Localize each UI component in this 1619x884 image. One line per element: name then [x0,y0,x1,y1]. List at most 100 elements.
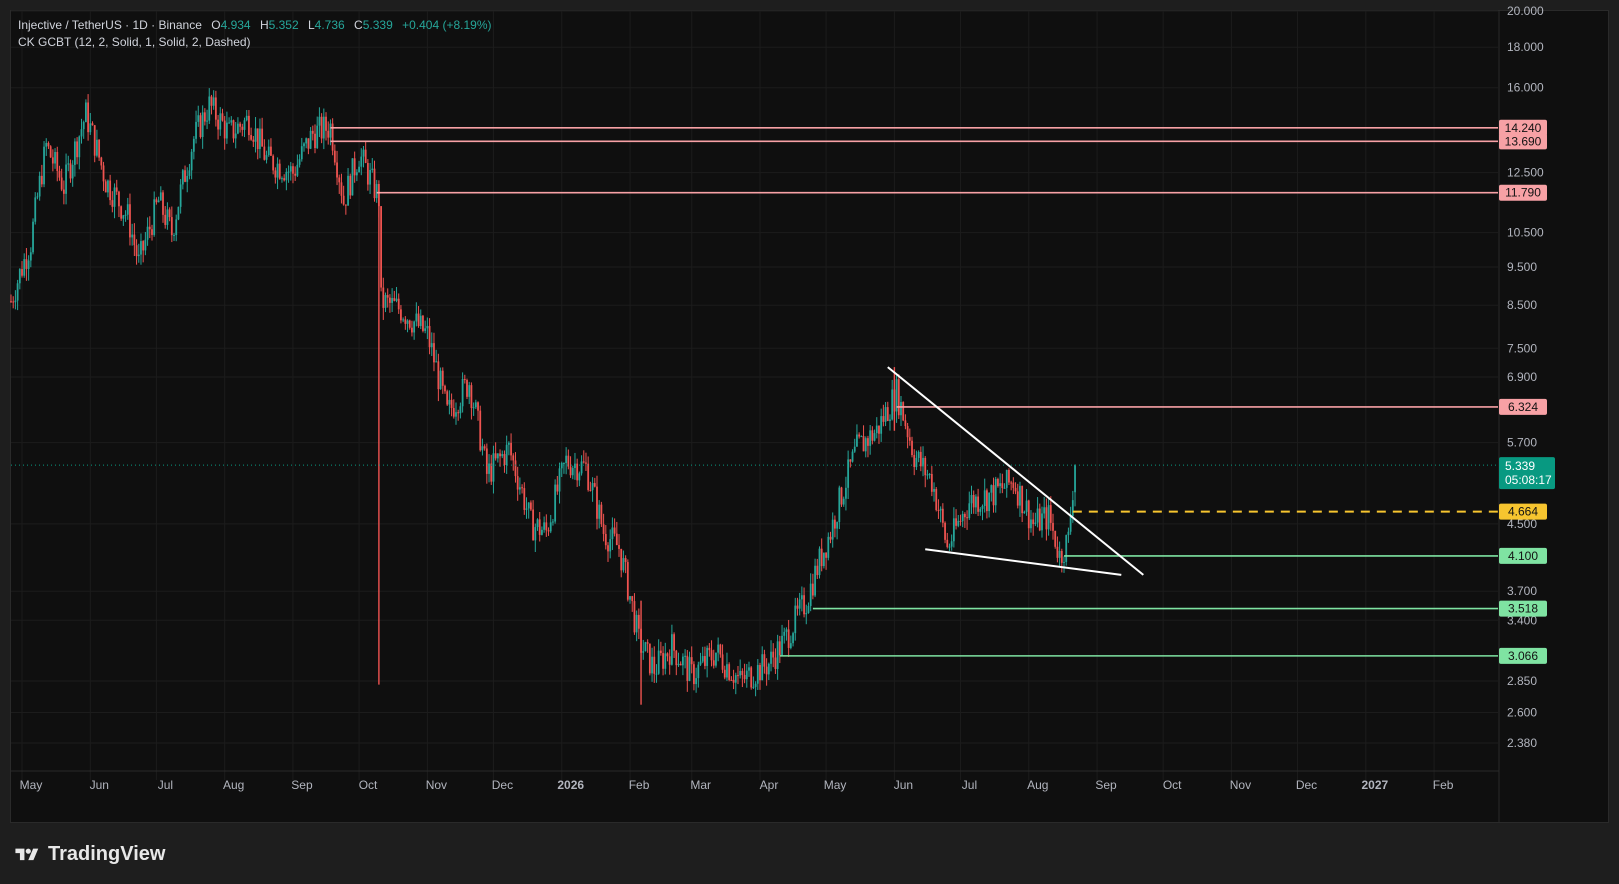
candle-body [115,187,118,192]
candle-body [609,539,612,552]
candle-body [670,634,673,665]
candle-body [809,583,812,607]
candle-body [344,204,347,206]
candle-body [199,115,202,138]
candle-body [243,120,246,130]
candle-body [787,629,790,648]
x-tick-label: Dec [492,778,513,792]
candle-body [849,459,852,462]
candle-body [622,558,625,571]
candle-body [104,181,107,193]
candle-body [1019,485,1021,506]
candle-body [1043,507,1046,514]
candle-body [175,219,178,236]
close-value: 5.339 [362,18,393,32]
candle-body [1067,531,1070,536]
indicator-legend[interactable]: CK GCBT (12, 2, Solid, 1, Solid, 2, Dash… [18,34,492,51]
candle-body [990,485,993,493]
x-tick-label: Apr [760,778,779,792]
candle-body [706,647,709,666]
candle-body [523,488,526,510]
candle-body [688,657,691,681]
candle-body [827,536,830,558]
candle-body [545,522,548,531]
candle-body [397,298,400,310]
candle-body [856,434,858,447]
candle-body [582,461,585,463]
y-tick-label: 6.900 [1507,370,1537,384]
candle-body [505,444,508,465]
candle-body [633,601,636,633]
candle-body [424,328,427,331]
candle-body [263,146,266,160]
candle-body [65,164,67,194]
candle-body [662,653,664,669]
level-price-label: 4.100 [1508,549,1538,563]
candle-body [904,420,907,427]
candle-body [1025,500,1028,512]
candle-body [93,125,96,156]
y-tick-label: 5.700 [1507,436,1537,450]
symbol-title[interactable]: Injective / TetherUS · 1D · Binance [18,18,202,32]
candle-body [47,142,50,147]
candlestick-chart[interactable]: 2.3802.6002.8503.4003.7004.5005.7006.900… [0,0,1619,884]
candle-body [1030,519,1032,529]
candle-body [767,663,770,675]
candle-body [763,654,766,667]
candle-body [142,241,145,251]
candle-body [591,483,594,491]
x-tick-label: Mar [690,778,711,792]
candle-body [1023,511,1026,514]
candle-body [234,133,237,139]
candle-body [1012,482,1015,488]
candle-body [873,433,876,441]
candle-body [770,651,772,664]
candle-body [1071,500,1074,517]
candle-body [197,115,200,122]
candle-body [1010,482,1013,484]
candle-body [109,180,112,201]
candle-body [618,545,620,549]
x-tick-label: Sep [291,778,313,792]
candle-body [148,226,151,230]
candle-body [322,116,325,139]
candle-body [16,283,19,301]
candle-body [882,416,885,422]
candle-body [732,679,735,683]
candle-body [653,656,656,674]
candle-body [25,259,28,269]
candle-body [168,209,171,218]
candle-body [78,136,81,158]
candle-body [228,122,230,124]
candle-body [536,519,539,528]
candle-body [571,468,574,476]
level-price-label: 6.324 [1508,400,1538,414]
candle-body [759,665,761,681]
candle-body [210,96,213,106]
candle-body [309,130,312,149]
candle-body [1047,505,1050,530]
trendline[interactable] [925,548,1122,576]
tradingview-logo[interactable]: TradingView [12,843,165,866]
candle-body [869,430,872,446]
candle-body [206,120,208,122]
candle-body [265,155,268,160]
candle-body [723,669,726,678]
candle-body [745,670,748,680]
candle-body [85,102,87,123]
candle-body [485,448,488,474]
candle-body [96,139,98,156]
candle-body [743,674,746,680]
candle-body [712,660,715,666]
candle-body [604,533,607,546]
candle-body [917,451,920,458]
candle-body [314,133,316,149]
candle-body [944,522,946,540]
candle-body [739,670,742,676]
candle-body [838,487,841,523]
candle-body [111,200,114,207]
candle-body [911,440,913,456]
candle-body [80,129,83,137]
candle-body [677,663,680,666]
candle-body [270,146,272,156]
